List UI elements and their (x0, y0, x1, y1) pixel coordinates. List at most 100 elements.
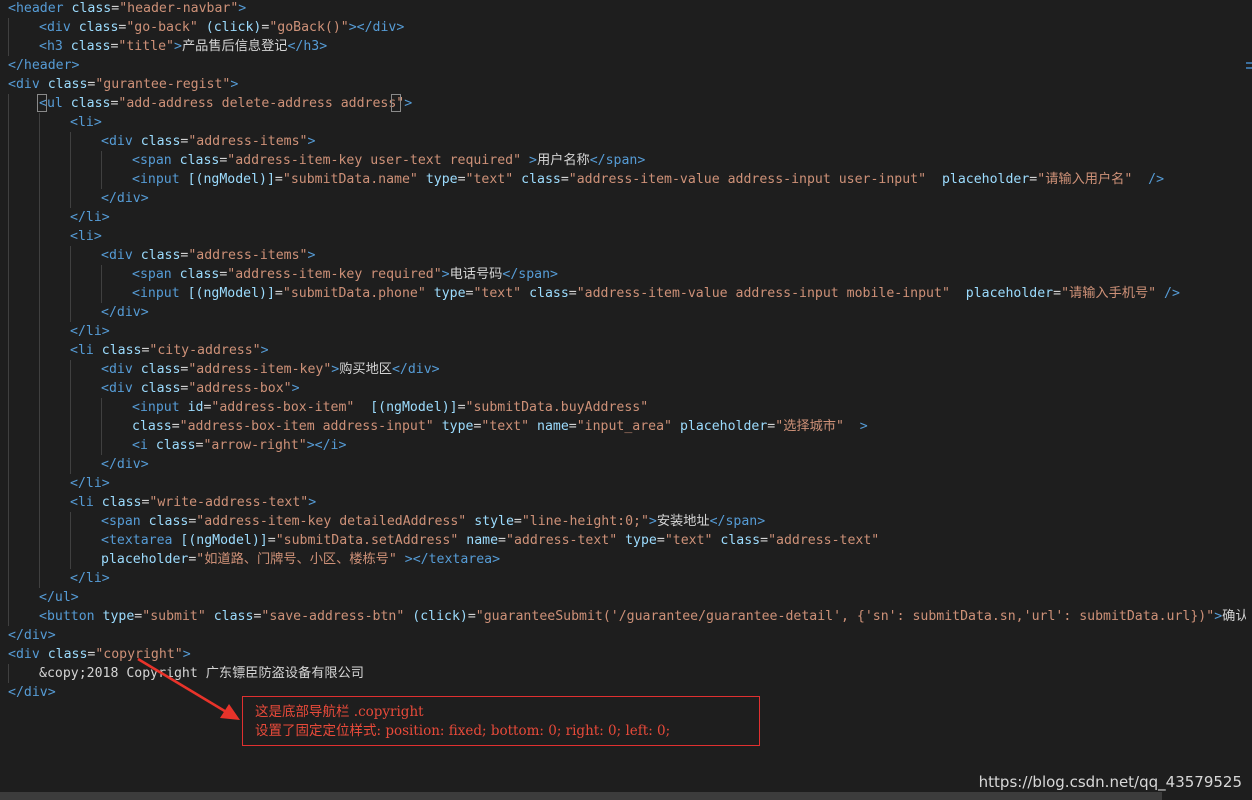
code-token: <li> (70, 115, 102, 130)
code-token: "address-item-value address-input mobile… (576, 286, 950, 301)
code-line[interactable]: <input [(ngModel)]="submitData.phone" ty… (132, 284, 1180, 303)
code-line[interactable]: <span class = "address-item-key detailedAd… (101, 512, 765, 531)
code-line[interactable]: <textarea [(ngModel)]="submitData.setAdd… (101, 531, 879, 550)
code-token: <h3 (39, 39, 71, 54)
code-line[interactable]: <div class="address-items"> (101, 246, 315, 265)
code-token: class (78, 20, 119, 35)
code-token: = (111, 1, 120, 16)
code-token: "input_area" (576, 419, 672, 434)
code-token: > (529, 153, 537, 168)
indent-guide (70, 132, 71, 208)
code-token: class (101, 495, 142, 510)
code-token: = (457, 400, 466, 415)
code-line[interactable]: <header class="header-navbar"> (8, 0, 246, 18)
annotation-box: 这是底部导航栏 .copyright 设置了固定定位样式: position: … (242, 696, 760, 746)
code-line[interactable]: </li> (70, 322, 110, 341)
code-line[interactable]: <span class="address-item-key user-text … (132, 151, 645, 170)
code-token: "请输入手机号" (1061, 286, 1157, 301)
code-line[interactable]: <div class="address-box"> (101, 379, 300, 398)
code-line[interactable]: </div> (8, 683, 56, 702)
code-line[interactable]: <button type="submit" class="save-addres… (39, 607, 1246, 626)
code-line[interactable]: <h3 class="title">产品售后信息登记</h3> (39, 37, 327, 56)
code-line[interactable]: <li class="city-address"> (70, 341, 269, 360)
code-token: = (274, 172, 283, 187)
code-line[interactable]: <li> (70, 113, 102, 132)
code-token: class (720, 533, 761, 548)
indent-guide (70, 246, 71, 322)
code-line[interactable]: </li> (70, 474, 110, 493)
code-line[interactable]: </div> (101, 455, 149, 474)
code-token: > (238, 1, 247, 16)
code-line[interactable]: </header> (8, 56, 79, 75)
code-line[interactable]: <input id = "address-box-item" [(ngModel)]… (132, 398, 648, 417)
indent-guide (70, 360, 71, 474)
code-token: <div (101, 248, 141, 263)
code-token: class (70, 39, 111, 54)
indent-guide (8, 18, 9, 56)
code-line[interactable]: </div> (101, 189, 149, 208)
code-token: "text" (481, 419, 530, 434)
code-token: class (148, 514, 189, 529)
code-token: <li (70, 343, 102, 358)
code-line[interactable]: <div class="go-back" (click)="goBack()">… (39, 18, 404, 37)
code-line[interactable]: </ul> (39, 588, 79, 607)
code-token: 电话号码 (449, 267, 503, 282)
code-token: </ul> (39, 590, 79, 605)
code-token: 确认提交 (1222, 609, 1246, 624)
code-line[interactable]: </div> (8, 626, 56, 645)
code-token: 用户名称 (536, 153, 590, 168)
code-token: "header-navbar" (119, 1, 239, 16)
code-token: </div> (101, 305, 149, 320)
code-editor[interactable]: <header class="header-navbar"> <div class… (0, 0, 1246, 792)
code-token: > (230, 77, 239, 92)
code-line[interactable]: <div class="address-item-key">购买地区</div> (101, 360, 440, 379)
code-line[interactable]: </div> (101, 303, 149, 322)
code-token: class (529, 286, 569, 301)
code-line[interactable]: <div class="address-items"> (101, 132, 315, 151)
code-token: <div (101, 362, 141, 377)
code-line[interactable]: &copy;2018 Copyright 广东镖臣防盗设备有限公司 (39, 664, 364, 683)
code-token: <div (8, 77, 48, 92)
code-token: [(ngModel)] (187, 172, 275, 187)
code-token: "guaranteeSubmit('/guarantee/guarantee-d… (475, 609, 1215, 624)
code-token: class (140, 362, 181, 377)
code-token: "submitData.setAddress" (275, 533, 459, 548)
code-line[interactable]: <input [(ngModel)]="submitData.name" typ… (132, 170, 1164, 189)
code-token: <i (132, 438, 156, 453)
code-token: placeholder (941, 172, 1030, 187)
code-token: </span> (589, 153, 646, 168)
code-token: = (568, 286, 577, 301)
code-token: <div (39, 20, 79, 35)
code-token: </div> (101, 457, 149, 472)
horizontal-scrollbar[interactable] (0, 792, 1162, 800)
code-token: <div (101, 134, 141, 149)
code-token: </li> (70, 571, 110, 586)
code-line[interactable]: placeholder="如道路、门牌号、小区、楼栋号" ></textarea… (101, 550, 500, 569)
code-token: > (308, 495, 317, 510)
code-line[interactable]: <div class="gurantee-regist"> (8, 75, 238, 94)
code-token: = (1053, 286, 1062, 301)
code-token: </li> (70, 476, 110, 491)
code-token: = (498, 533, 506, 548)
code-line[interactable]: class="address-box-item address-input" t… (132, 417, 868, 436)
code-line[interactable]: <div class="copyright"> (8, 645, 191, 664)
code-token: > (648, 514, 657, 529)
code-line[interactable]: <span class="address-item-key required">… (132, 265, 558, 284)
code-token: type (625, 533, 657, 548)
code-line[interactable]: </li> (70, 208, 110, 227)
code-token: <li> (70, 229, 102, 244)
code-line[interactable]: </li> (70, 569, 110, 588)
code-token: name (537, 419, 569, 434)
code-line[interactable]: <li class="write-address-text"> (70, 493, 316, 512)
code-line[interactable]: <i class="arrow-right"></i> (132, 436, 346, 455)
code-line[interactable]: <li> (70, 227, 102, 246)
code-token: <span (132, 267, 180, 282)
code-line[interactable]: <ul class="add-address delete-address ad… (39, 94, 412, 113)
code-token: > (174, 39, 182, 54)
